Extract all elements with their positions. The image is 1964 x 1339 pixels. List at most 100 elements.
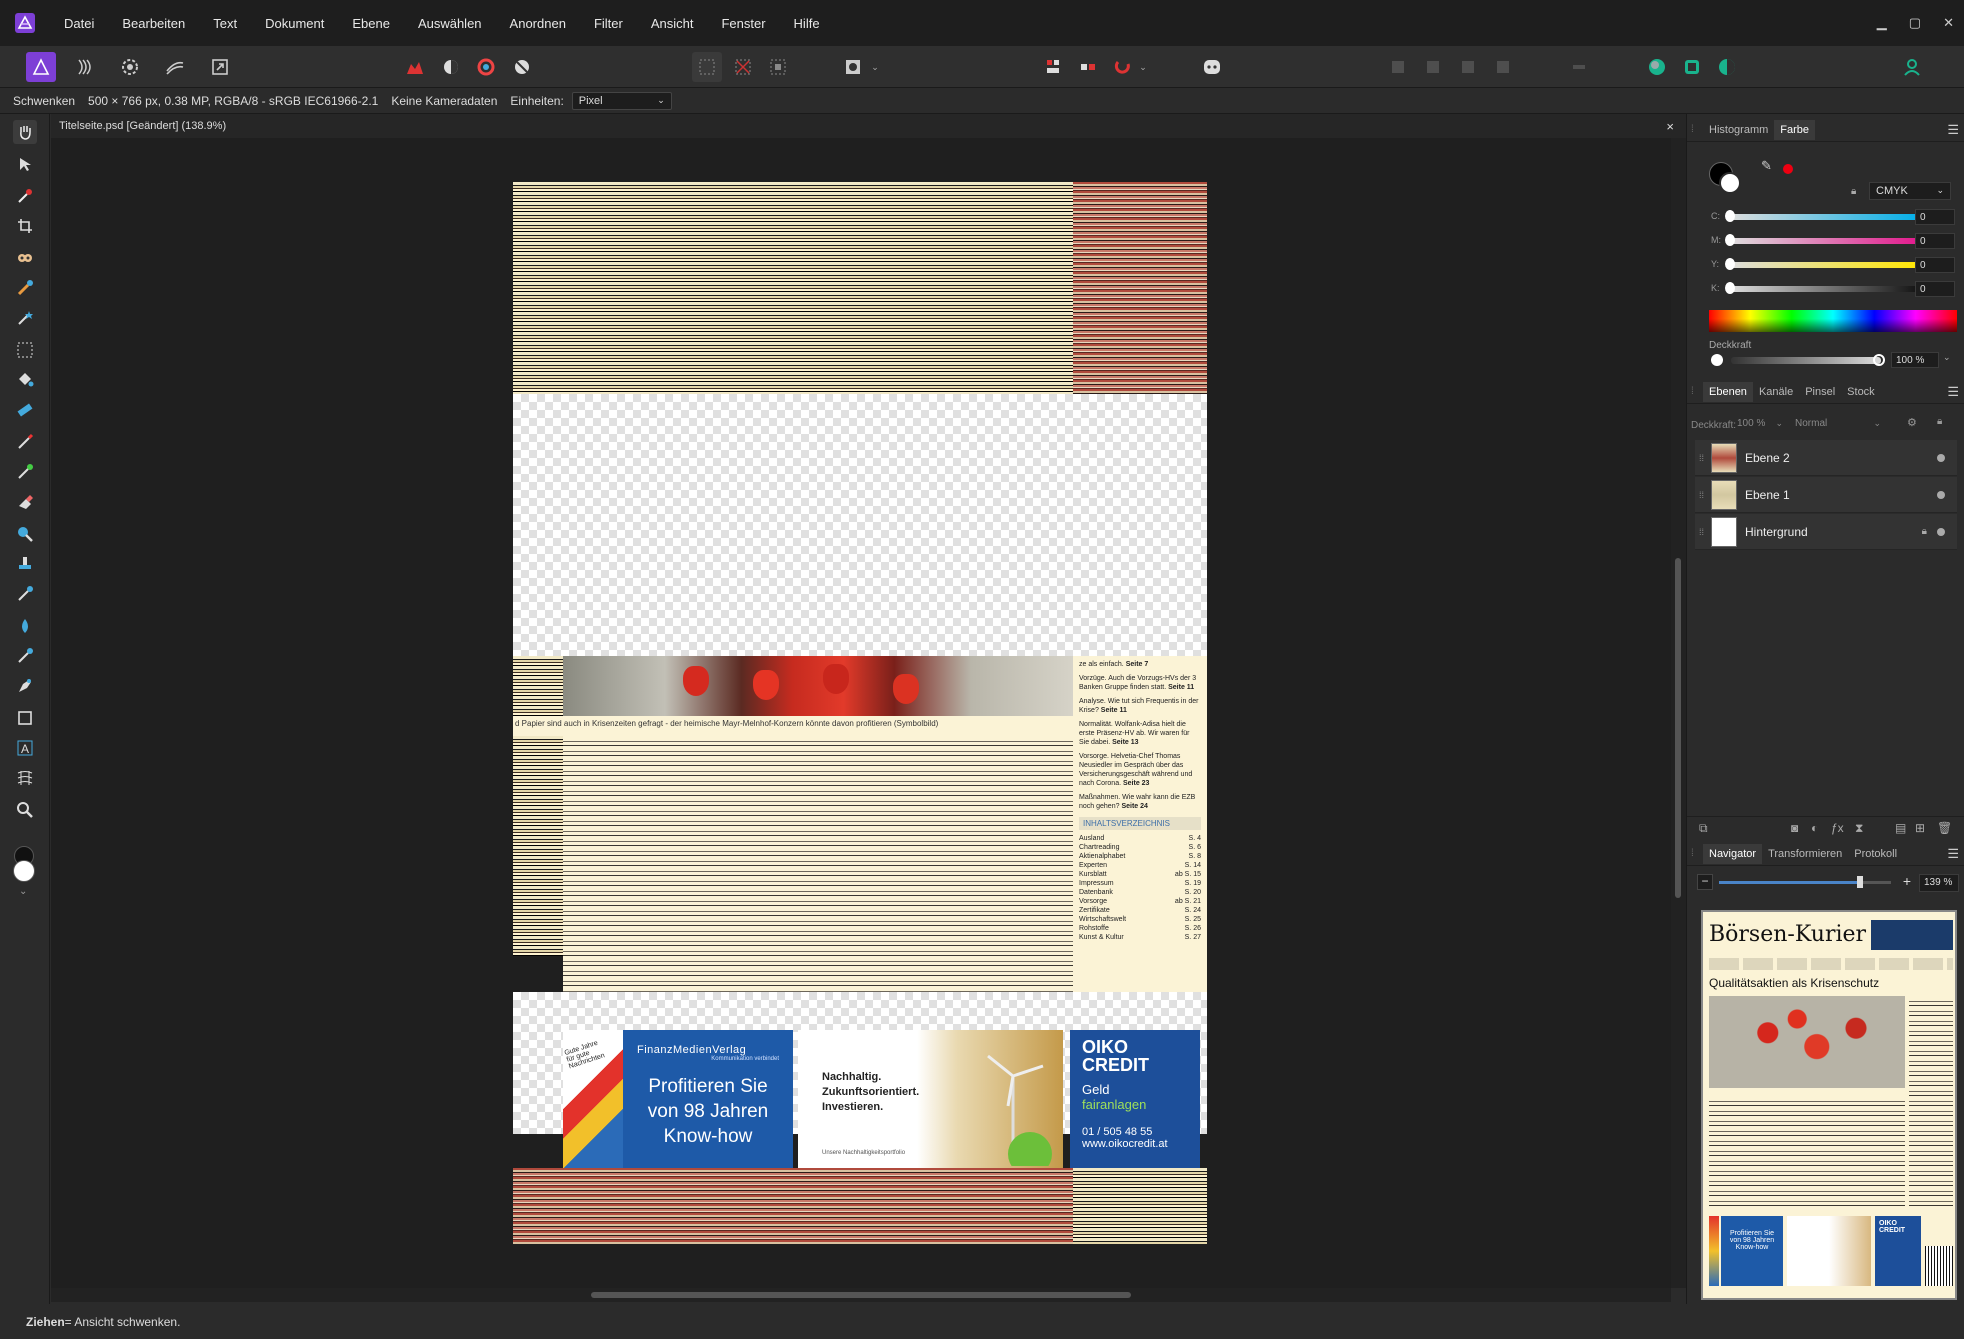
vertical-scrollbar[interactable] xyxy=(1671,138,1686,1288)
develop-persona-icon[interactable] xyxy=(115,52,145,82)
y-slider-handle[interactable] xyxy=(1725,258,1735,270)
arrange-icon[interactable] xyxy=(1038,52,1068,82)
white-balance-icon[interactable] xyxy=(436,52,466,82)
boolean-icon[interactable] xyxy=(1488,52,1518,82)
document-tab[interactable]: Titelseite.psd [Geändert] (138.9%) × xyxy=(51,114,1686,138)
transform-icon[interactable] xyxy=(1383,52,1413,82)
gradient-tool-icon[interactable] xyxy=(13,398,37,422)
minimize-icon[interactable]: ▁ xyxy=(1877,15,1887,31)
zoom-value[interactable]: 139 % xyxy=(1919,874,1959,892)
add-layer-icon[interactable]: ⊞ xyxy=(1915,821,1925,835)
panel-menu-icon[interactable]: ☰ xyxy=(1947,384,1959,400)
paint-brush-icon[interactable] xyxy=(13,430,37,454)
flood-select-icon[interactable] xyxy=(13,306,37,330)
deselect-icon[interactable] xyxy=(728,52,758,82)
account-icon[interactable] xyxy=(1897,52,1927,82)
visibility-dot-icon[interactable] xyxy=(1937,453,1945,462)
color-picker-icon[interactable] xyxy=(13,184,37,208)
tab-navigator[interactable]: Navigator xyxy=(1703,843,1763,864)
pen-tool-icon[interactable] xyxy=(13,674,37,698)
view-tool-hand-icon[interactable] xyxy=(13,120,37,144)
dodge-tool-icon[interactable] xyxy=(13,522,37,546)
zoom-in-button[interactable]: + xyxy=(1899,874,1915,890)
artistic-text-icon[interactable]: A xyxy=(13,736,37,760)
eraser-tool-icon[interactable] xyxy=(13,490,37,514)
y-value[interactable]: 0 xyxy=(1915,257,1955,273)
snapping-dropdown-icon[interactable]: ⌄ xyxy=(1136,52,1150,82)
tone-mapping-persona-icon[interactable] xyxy=(160,52,190,82)
menu-dokument[interactable]: Dokument xyxy=(251,16,338,31)
horizontal-scrollbar[interactable] xyxy=(51,1288,1671,1302)
tab-protokoll[interactable]: Protokoll xyxy=(1848,848,1903,860)
menu-anordnen[interactable]: Anordnen xyxy=(496,16,580,31)
m-value[interactable]: 0 xyxy=(1915,233,1955,249)
k-slider-handle[interactable] xyxy=(1725,282,1735,294)
vertical-scroll-thumb[interactable] xyxy=(1675,558,1681,898)
k-value[interactable]: 0 xyxy=(1915,281,1955,297)
export-persona-icon[interactable] xyxy=(205,52,235,82)
drag-handle-icon[interactable]: ⁞⁞ xyxy=(1699,527,1704,537)
opacity-value[interactable]: 100 % xyxy=(1891,352,1939,368)
tab-farbe[interactable]: Farbe xyxy=(1774,119,1816,140)
grip-icon[interactable]: ⁞ xyxy=(1691,386,1703,397)
personas-green-3-icon[interactable] xyxy=(1712,52,1742,82)
tab-histogramm[interactable]: Histogramm xyxy=(1703,124,1774,136)
grip-icon[interactable]: ⁞ xyxy=(1691,124,1703,135)
m-slider[interactable] xyxy=(1731,238,1921,244)
opacity-slider-handle[interactable] xyxy=(1873,354,1885,366)
color-model-select[interactable]: CMYK ⌄ xyxy=(1869,182,1951,200)
menu-ebene[interactable]: Ebene xyxy=(338,16,404,31)
blur-tool-icon[interactable] xyxy=(13,614,37,638)
rotate-icon[interactable] xyxy=(1453,52,1483,82)
c-slider-handle[interactable] xyxy=(1725,210,1735,222)
mask-layer-icon[interactable]: ◙ xyxy=(1791,821,1798,835)
mesh-warp-icon[interactable] xyxy=(13,766,37,790)
selection-brush-icon[interactable] xyxy=(13,276,37,300)
navigator-preview[interactable]: Börsen-Kurier Qualitätsaktien als Krisen… xyxy=(1701,910,1957,1300)
invert-selection-icon[interactable] xyxy=(763,52,793,82)
hsl-icon[interactable] xyxy=(471,52,501,82)
personas-green-2-icon[interactable] xyxy=(1677,52,1707,82)
clone-stamp-icon[interactable] xyxy=(13,552,37,576)
horizontal-scroll-thumb[interactable] xyxy=(591,1292,1131,1298)
layer-fx-icon[interactable]: ⧉ xyxy=(1699,821,1708,836)
drag-handle-icon[interactable]: ⁞⁞ xyxy=(1699,490,1704,500)
snapping-icon[interactable] xyxy=(1108,52,1138,82)
tab-stock[interactable]: Stock xyxy=(1841,386,1881,398)
visibility-dot-icon[interactable] xyxy=(1937,490,1945,499)
levels-icon[interactable] xyxy=(400,52,430,82)
tab-pinsel[interactable]: Pinsel xyxy=(1799,386,1841,398)
align-icon[interactable] xyxy=(1073,52,1103,82)
menu-auswaehlen[interactable]: Auswählen xyxy=(404,16,496,31)
tab-kanaele[interactable]: Kanäle xyxy=(1753,386,1799,398)
close-document-icon[interactable]: × xyxy=(1666,119,1674,134)
lock-icon[interactable]: 🔒︎ xyxy=(1922,526,1927,537)
live-filter-icon[interactable]: ⧗ xyxy=(1855,821,1863,836)
layer-row-ebene-1[interactable]: ⁞⁞ Ebene 1 xyxy=(1695,477,1957,513)
swap-colors-icon[interactable]: ⌄ xyxy=(19,886,27,897)
smudge-tool-icon[interactable] xyxy=(13,582,37,606)
menu-datei[interactable]: Datei xyxy=(50,16,108,31)
blend-mode-select[interactable]: Normal ⌄ xyxy=(1791,418,1885,434)
flip-icon[interactable] xyxy=(1418,52,1448,82)
layer-row-ebene-2[interactable]: ⁞⁞ Ebene 2 xyxy=(1695,440,1957,476)
document-image[interactable]: d Papier sind auch in Krisenzeiten gefra… xyxy=(513,182,1207,1244)
menu-text[interactable]: Text xyxy=(199,16,251,31)
liquify-persona-icon[interactable] xyxy=(70,52,100,82)
zoom-tool-icon[interactable] xyxy=(13,798,37,822)
menu-hilfe[interactable]: Hilfe xyxy=(780,16,834,31)
delete-layer-icon[interactable]: 🗑︎ xyxy=(1937,821,1952,835)
marquee-tool-icon[interactable] xyxy=(13,338,37,362)
group-layers-icon[interactable]: ▤ xyxy=(1895,821,1906,835)
auto-adjust-icon[interactable] xyxy=(507,52,537,82)
color-spectrum[interactable] xyxy=(1709,310,1957,332)
layer-opacity-select[interactable]: 100 % ⌄ xyxy=(1737,418,1783,434)
flood-fill-icon[interactable] xyxy=(13,368,37,392)
tab-ebenen[interactable]: Ebenen xyxy=(1703,381,1753,402)
panel-menu-icon[interactable]: ☰ xyxy=(1947,122,1959,138)
zoom-slider-track[interactable] xyxy=(1861,881,1891,884)
m-slider-handle[interactable] xyxy=(1725,234,1735,246)
y-slider[interactable] xyxy=(1731,262,1921,268)
menu-ansicht[interactable]: Ansicht xyxy=(637,16,708,31)
rectangle-tool-icon[interactable] xyxy=(13,706,37,730)
